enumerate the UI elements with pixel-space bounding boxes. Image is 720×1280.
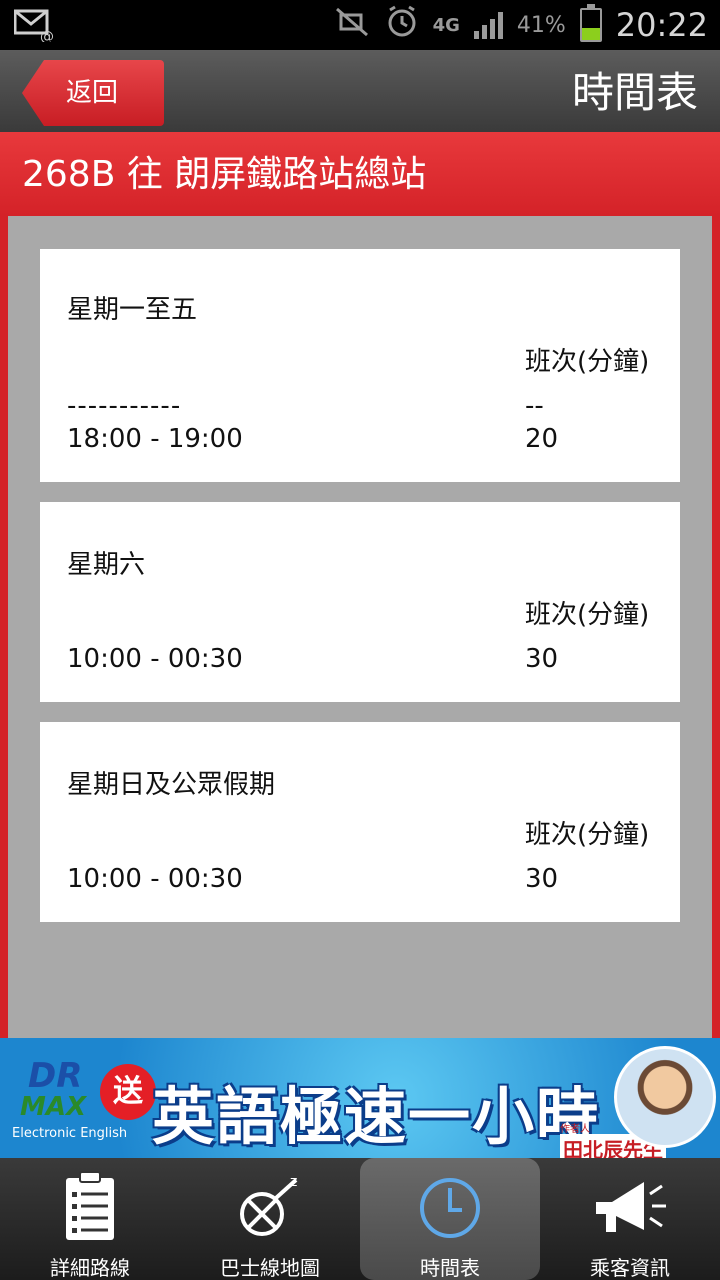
tab-bus-map[interactable]: z 巴士線地圖 <box>180 1158 360 1280</box>
schedule-card-weekday: 星期一至五 班次(分鐘) ----------- -- 18:00 - 19:0… <box>40 249 680 482</box>
svg-text:z: z <box>290 1174 297 1190</box>
map-icon: z <box>240 1174 297 1236</box>
mute-icon <box>335 7 371 43</box>
clock-icon <box>420 1178 480 1238</box>
frequency-header: 班次(分鐘) <box>525 347 650 377</box>
schedule-day: 星期一至五 <box>67 295 198 325</box>
time-range: 10:00 - 00:30 <box>67 644 243 674</box>
frequency-header: 班次(分鐘) <box>525 600 650 630</box>
back-button-label: 返回 <box>66 78 119 108</box>
ad-author-tag: 作者人 <box>560 1124 590 1135</box>
logo-dr: DR <box>28 1056 83 1096</box>
bottom-tab-bar: 詳細路線 z 巴士線地圖 時間表 乘客資訊 <box>0 1158 720 1280</box>
dash-separator-right: -- <box>525 391 544 421</box>
battery-icon <box>579 4 602 42</box>
time-range: 18:00 - 19:00 <box>67 424 243 454</box>
send-badge: 送 <box>100 1064 156 1120</box>
route-list-icon <box>66 1171 114 1240</box>
network-4g-icon: 4G <box>432 14 460 36</box>
signal-icon <box>473 11 503 39</box>
clock-time: 20:22 <box>615 6 708 44</box>
schedule-card-sunday-holiday: 星期日及公眾假期 班次(分鐘) 10:00 - 00:30 30 <box>40 722 680 922</box>
ad-slogan: 英語極速一小時 <box>152 1080 601 1153</box>
logo-subtitle: Electronic English <box>12 1126 128 1141</box>
ad-photo <box>614 1046 716 1148</box>
tab-passenger-info[interactable]: 乘客資訊 <box>540 1158 720 1280</box>
schedule-day: 星期六 <box>67 550 146 580</box>
app-header: 返回 時間表 <box>0 50 720 132</box>
frequency-value: 20 <box>525 424 559 454</box>
page-title: 時間表 <box>571 68 698 117</box>
schedule-card-saturday: 星期六 班次(分鐘) 10:00 - 00:30 30 <box>40 502 680 702</box>
tab-label: 巴士線地圖 <box>220 1256 320 1280</box>
status-bar: @ 4G 41% 20:22 <box>0 0 720 50</box>
back-button[interactable]: 返回 <box>22 60 164 126</box>
time-range: 10:00 - 00:30 <box>67 864 243 894</box>
alarm-icon <box>385 5 419 45</box>
route-title: 268B 往 朗屏鐵路站總站 <box>22 154 427 195</box>
megaphone-icon <box>596 1182 666 1232</box>
schedule-list[interactable]: 星期一至五 班次(分鐘) ----------- -- 18:00 - 19:0… <box>8 216 712 1038</box>
frequency-value: 30 <box>525 644 559 674</box>
dash-separator-left: ----------- <box>67 391 182 421</box>
schedule-day: 星期日及公眾假期 <box>67 770 276 800</box>
tab-timetable[interactable]: 時間表 <box>360 1158 540 1280</box>
route-banner: 268B 往 朗屏鐵路站總站 <box>0 132 720 216</box>
email-icon: @ <box>13 8 54 46</box>
ad-banner[interactable]: DR MAX Electronic English 送 英語極速一小時 作者人 … <box>0 1038 720 1158</box>
frequency-value: 30 <box>525 864 559 894</box>
logo-max: MAX <box>20 1092 87 1122</box>
frequency-header: 班次(分鐘) <box>525 820 650 850</box>
tab-label: 乘客資訊 <box>590 1256 670 1280</box>
schedule-content: 星期一至五 班次(分鐘) ----------- -- 18:00 - 19:0… <box>0 216 720 1038</box>
tab-route-details[interactable]: 詳細路線 <box>0 1158 180 1280</box>
battery-percent: 41% <box>516 12 566 38</box>
tab-label: 時間表 <box>420 1256 480 1280</box>
svg-text:@: @ <box>40 29 54 42</box>
tab-label: 詳細路線 <box>50 1256 130 1280</box>
